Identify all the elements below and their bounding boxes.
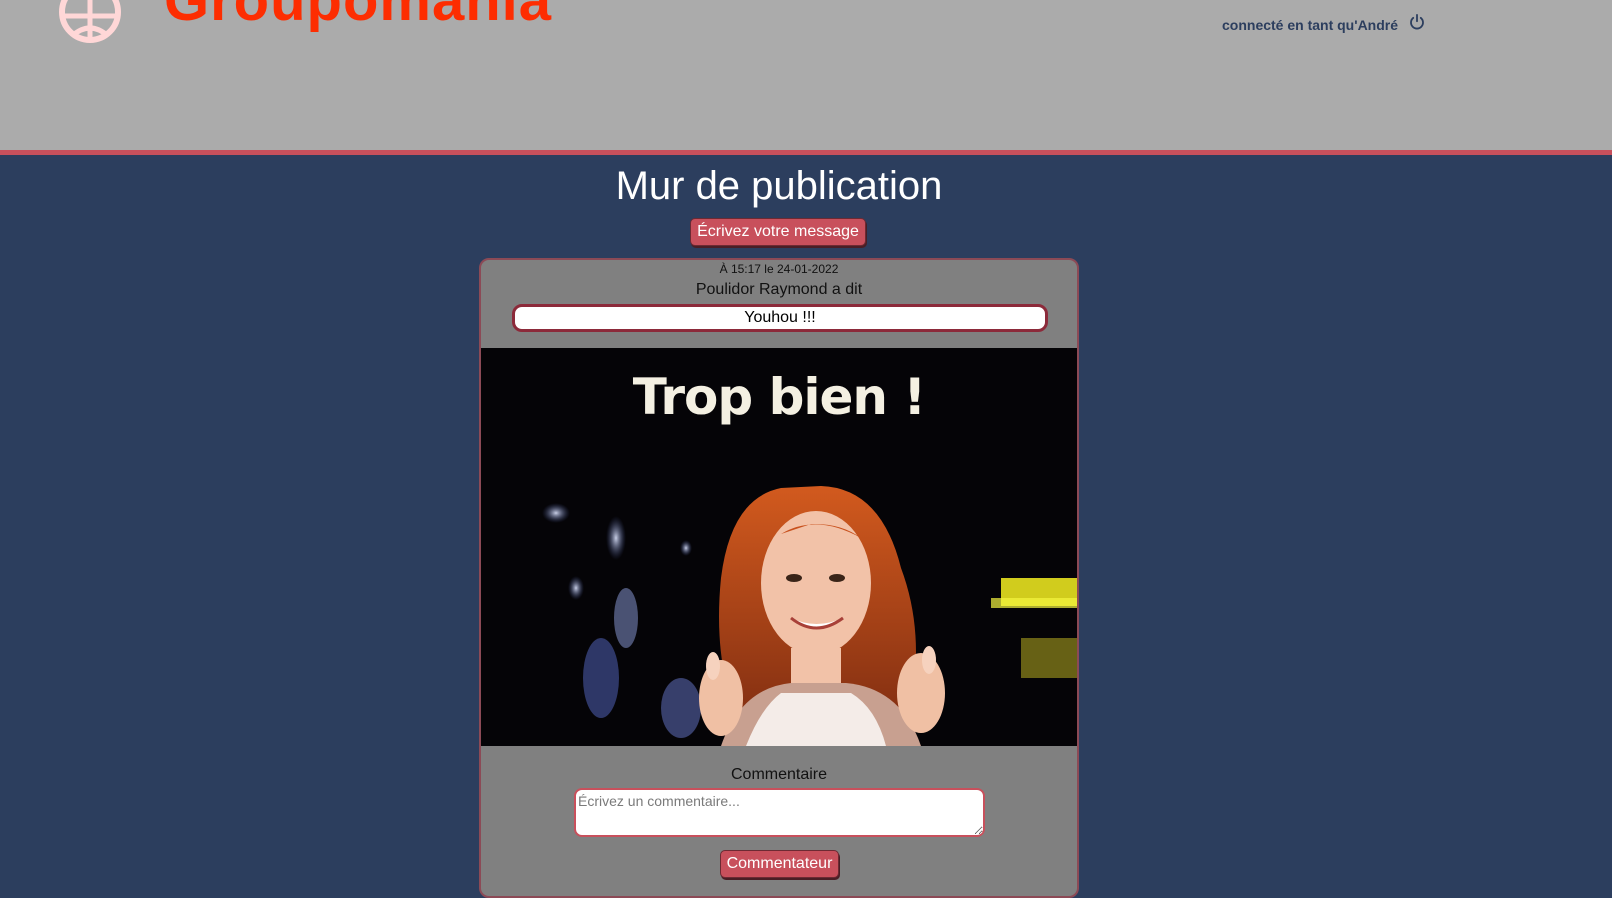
comment-input[interactable] [574,788,985,837]
comment-submit-button[interactable]: Commentateur [720,850,839,878]
post-author: Poulidor Raymond a dit [695,281,863,298]
post-card: À 15:17 le 24-01-2022 Poulidor Raymond a… [479,258,1079,898]
post-message: Youhou !!! [512,304,1048,332]
post-gif-image: Trop bien ! [481,348,1077,746]
page-title: Mur de publication [615,164,943,208]
gif-caption-text: Trop bien ! [632,368,926,426]
comment-label: Commentaire [730,766,828,783]
brand-logo-text: Groupomania [164,0,553,33]
power-icon[interactable] [1408,13,1426,31]
write-message-button[interactable]: Écrivez votre message [690,218,866,246]
logged-in-user-label: connecté en tant qu'André [1222,17,1399,33]
site-header: Groupomania connecté en tant qu'André [0,0,1612,155]
globe-icon [59,0,121,43]
user-area: connecté en tant qu'André [1222,13,1426,33]
post-timestamp: À 15:17 le 24-01-2022 [719,262,839,276]
